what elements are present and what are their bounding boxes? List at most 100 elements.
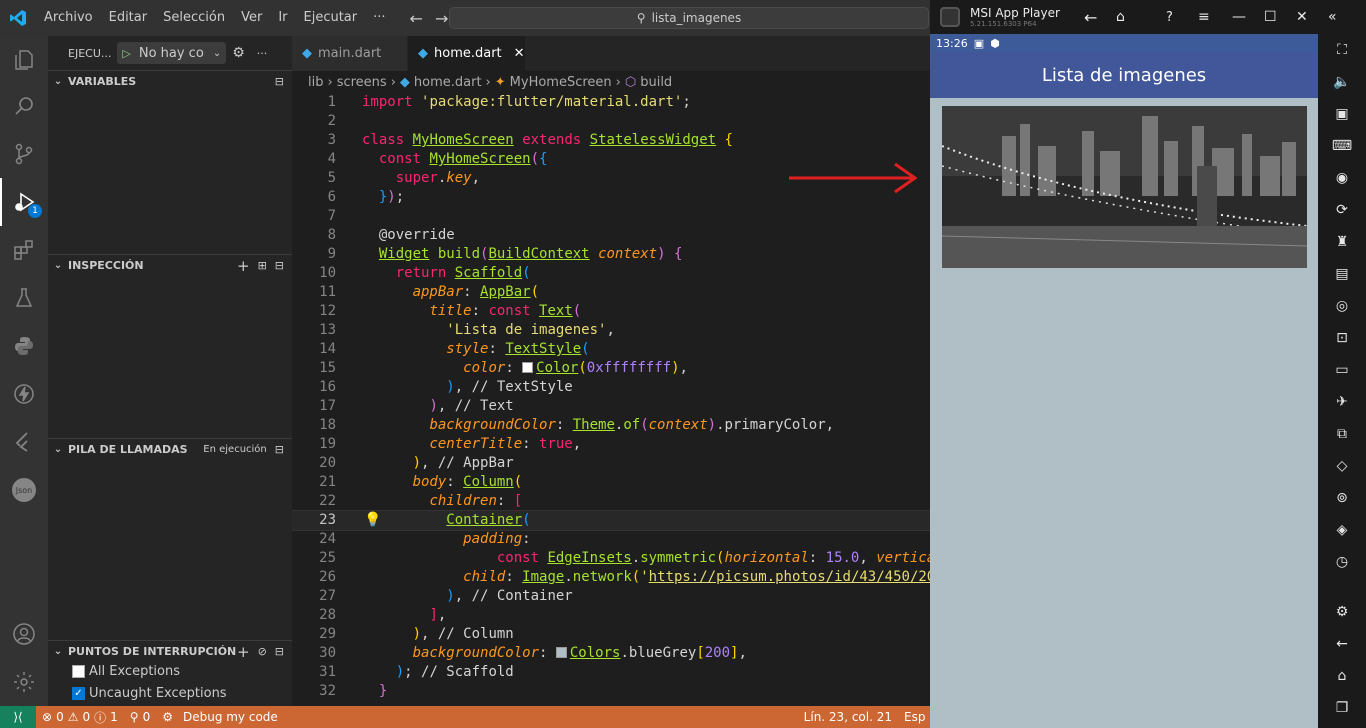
breakpoint-row[interactable]: ✓ Uncaught Exceptions bbox=[72, 686, 227, 701]
checkbox-checked[interactable]: ✓ bbox=[72, 687, 85, 700]
menu-archivo[interactable]: Archivo bbox=[36, 0, 101, 36]
launch-config-select[interactable]: ▷ No hay coı ⌄ bbox=[117, 42, 227, 64]
command-center-search[interactable]: ⚲ lista_imagenes bbox=[449, 7, 929, 29]
eraser-icon[interactable]: ◇ bbox=[1318, 450, 1366, 482]
search-label: lista_imagenes bbox=[651, 11, 742, 25]
apk-icon[interactable]: ▤ bbox=[1318, 258, 1366, 290]
flutter-icon[interactable] bbox=[0, 418, 48, 466]
collapse-all-icon[interactable]: ⊟ bbox=[275, 259, 284, 272]
dart-file-icon: ◆ bbox=[399, 74, 410, 90]
gear-icon[interactable]: ⚙ bbox=[232, 45, 245, 61]
section-title: PILA DE LLAMADAS bbox=[68, 443, 188, 456]
home-icon[interactable]: ⌂ bbox=[1116, 9, 1125, 25]
help-icon[interactable]: ? bbox=[1166, 10, 1173, 25]
menu-ver[interactable]: Ver bbox=[233, 0, 270, 36]
explorer-icon[interactable] bbox=[0, 36, 48, 84]
line-number: 31 bbox=[319, 664, 336, 680]
more-actions-icon[interactable]: ··· bbox=[257, 47, 268, 60]
search-icon[interactable] bbox=[0, 82, 48, 130]
airplane-icon[interactable]: ✈ bbox=[1318, 386, 1366, 418]
ports-status[interactable]: ⚲ 0 bbox=[124, 710, 156, 724]
breakpoint-row[interactable]: All Exceptions bbox=[72, 664, 180, 679]
problems-status[interactable]: ⊗ 0 ⚠ 0 ⓘ 1 bbox=[36, 709, 124, 726]
collapse-all-icon[interactable]: ⊟ bbox=[275, 443, 284, 456]
collapse-all-icon[interactable]: ⊟ bbox=[275, 75, 284, 88]
extensions-icon[interactable] bbox=[0, 226, 48, 274]
toggle-breakpoints-icon[interactable]: ⊘ bbox=[258, 645, 267, 658]
start-debug-icon[interactable]: ▷ bbox=[122, 47, 130, 60]
app-player-logo-icon bbox=[940, 7, 960, 27]
screenshot-icon[interactable]: ◎ bbox=[1318, 290, 1366, 322]
lightning-icon[interactable] bbox=[0, 370, 48, 418]
add-icon[interactable]: + bbox=[237, 643, 250, 661]
menu-more[interactable]: ··· bbox=[365, 0, 393, 36]
install-apk-icon[interactable]: ▣ bbox=[1318, 98, 1366, 130]
breadcrumb-item[interactable]: lib bbox=[308, 75, 323, 90]
crop-icon[interactable]: ⊡ bbox=[1318, 322, 1366, 354]
keyboard-icon[interactable]: ⌨ bbox=[1318, 130, 1366, 162]
python-icon[interactable] bbox=[0, 322, 48, 370]
maximize-icon[interactable]: ☐ bbox=[1264, 9, 1277, 25]
forward-arrow-icon[interactable]: → bbox=[435, 9, 448, 28]
multi-instance-icon[interactable]: ⧉ bbox=[1318, 418, 1366, 450]
back-arrow-icon[interactable]: ← bbox=[1318, 628, 1366, 660]
tab-main-dart[interactable]: ◆ main.dart bbox=[292, 36, 408, 71]
json-icon[interactable]: Json bbox=[0, 466, 48, 514]
code-line: 32 } bbox=[292, 682, 930, 701]
language-status[interactable]: Esp bbox=[898, 710, 930, 724]
breadcrumb-item[interactable]: build bbox=[640, 75, 672, 90]
home-icon[interactable]: ⌂ bbox=[1318, 660, 1366, 692]
back-arrow-icon[interactable]: ← bbox=[1084, 8, 1097, 27]
variables-section-header[interactable]: ⌄ VARIABLES ⊟ bbox=[48, 70, 292, 92]
menu-ejecutar[interactable]: Ejecutar bbox=[296, 0, 366, 36]
code-line: 1 import 'package:flutter/material.dart'; bbox=[292, 93, 930, 112]
collapse-sidebar-icon[interactable]: « bbox=[1328, 9, 1337, 25]
source-control-icon[interactable] bbox=[0, 130, 48, 178]
color-swatch[interactable] bbox=[522, 362, 534, 373]
remote-icon[interactable]: ⟩⟨ bbox=[0, 706, 36, 728]
collapse-all-icon[interactable]: ⊟ bbox=[275, 645, 284, 658]
breadcrumb-item[interactable]: MyHomeScreen bbox=[510, 75, 612, 90]
close-icon[interactable]: ✕ bbox=[514, 46, 525, 61]
record-icon[interactable]: ◉ bbox=[1318, 162, 1366, 194]
emulator-title-bar: MSI App Player 5.21.151.6303 P64 ← ⌂ ? ≡… bbox=[930, 0, 1366, 34]
tab-home-dart[interactable]: ◆ home.dart ✕ bbox=[408, 36, 526, 71]
dart-file-icon: ◆ bbox=[418, 46, 428, 61]
performance-icon[interactable]: ◷ bbox=[1318, 546, 1366, 578]
volume-icon[interactable]: 🔈 bbox=[1318, 66, 1366, 98]
menu-editar[interactable]: Editar bbox=[101, 0, 156, 36]
recent-apps-icon[interactable]: ❐ bbox=[1318, 692, 1366, 724]
breadcrumb-item[interactable]: home.dart bbox=[414, 75, 482, 90]
settings-gear-icon[interactable] bbox=[0, 658, 48, 706]
fullscreen-icon[interactable]: ⛶ bbox=[1318, 34, 1366, 66]
menu-icon[interactable]: ≡ bbox=[1198, 9, 1210, 25]
android-screen[interactable]: 13:26 ▣ ⬢ Lista de imagenes bbox=[930, 34, 1318, 728]
minimize-icon[interactable]: — bbox=[1232, 9, 1246, 25]
settings-gear-icon[interactable]: ⚙ bbox=[1318, 596, 1366, 628]
watch-section-header[interactable]: ⌄ INSPECCIÓN + ⊞ ⊟ bbox=[48, 254, 292, 276]
add-icon[interactable]: + bbox=[237, 257, 250, 275]
code-line: 14 style: TextStyle( bbox=[292, 340, 930, 359]
layers-icon[interactable]: ◈ bbox=[1318, 514, 1366, 546]
menu-seleccion[interactable]: Selección bbox=[155, 0, 233, 36]
testing-flask-icon[interactable] bbox=[0, 274, 48, 322]
cursor-position[interactable]: Lín. 23, col. 21 bbox=[798, 710, 898, 724]
menu-ir[interactable]: Ir bbox=[270, 0, 295, 36]
refresh-icon[interactable]: ⊞ bbox=[258, 259, 267, 272]
folder-icon[interactable]: ▭ bbox=[1318, 354, 1366, 386]
breadcrumb-item[interactable]: screens bbox=[337, 75, 387, 90]
back-arrow-icon[interactable]: ← bbox=[410, 9, 423, 28]
account-icon[interactable] bbox=[0, 610, 48, 658]
close-icon[interactable]: ✕ bbox=[1296, 9, 1308, 25]
gamepad-icon[interactable]: ♜ bbox=[1318, 226, 1366, 258]
code-line: 16 ), // TextStyle bbox=[292, 378, 930, 397]
rotate-icon[interactable]: ⟳ bbox=[1318, 194, 1366, 226]
chevron-down-icon[interactable]: ⌄ bbox=[213, 48, 221, 59]
location-icon[interactable]: ⊚ bbox=[1318, 482, 1366, 514]
run-debug-icon[interactable]: 1 bbox=[0, 178, 48, 226]
breakpoints-section-header[interactable]: ⌄ PUNTOS DE INTERRUPCIÓN + ⊘ ⊟ bbox=[48, 640, 292, 662]
checkbox[interactable] bbox=[72, 665, 85, 678]
callstack-section-header[interactable]: ⌄ PILA DE LLAMADAS En ejecución ⊟ bbox=[48, 438, 292, 460]
color-swatch[interactable] bbox=[555, 647, 567, 658]
debug-status[interactable]: ⚙ Debug my code bbox=[156, 710, 284, 724]
